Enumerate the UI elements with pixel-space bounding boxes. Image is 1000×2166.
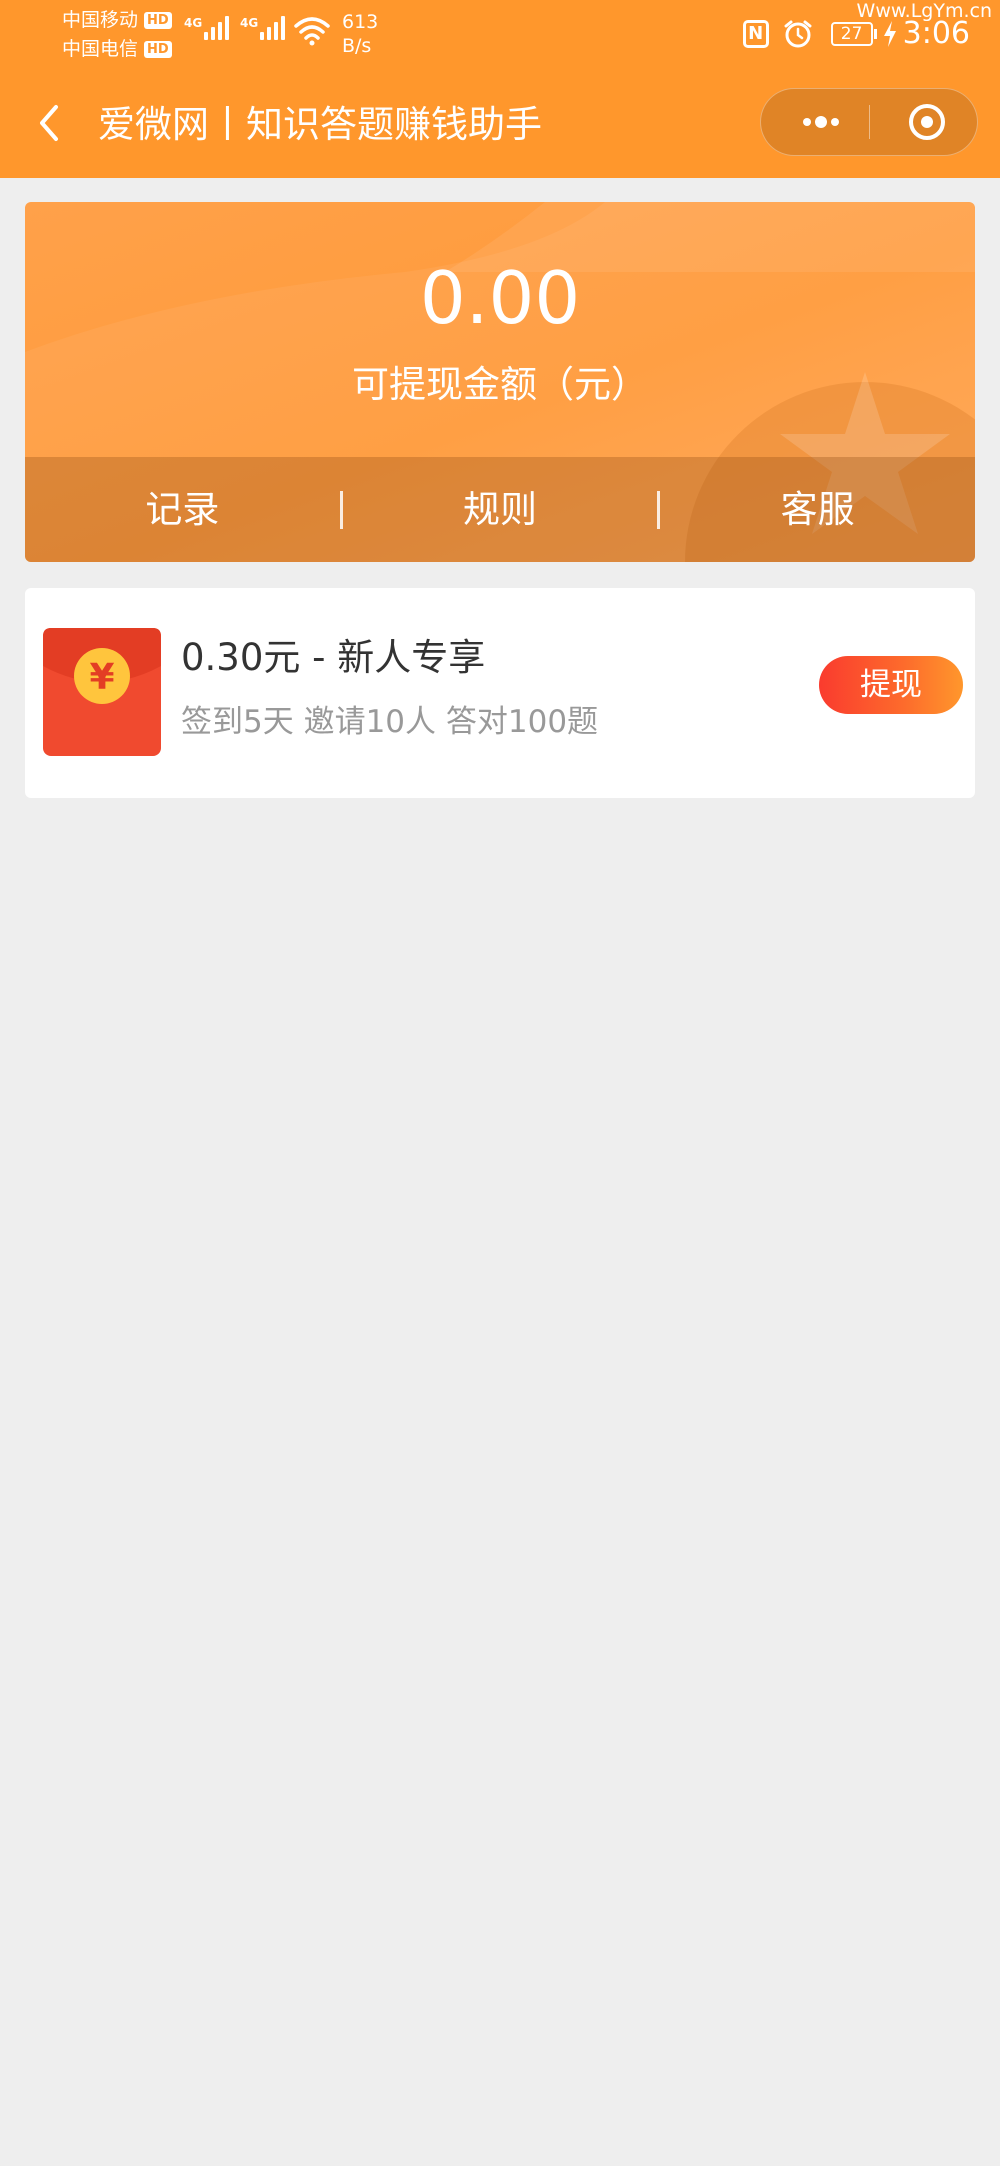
page-title: 爱微网丨知识答题赚钱助手 — [98, 103, 542, 146]
records-button[interactable]: 记录 — [25, 485, 340, 535]
wifi-icon — [294, 17, 330, 46]
yuan-symbol: ¥ — [89, 657, 114, 698]
rules-button[interactable]: 规则 — [343, 485, 658, 535]
header-area: 中国移动 HD 中国电信 HD 4G 4G 613 B/s N 27 3:06 … — [0, 0, 1000, 178]
withdraw-button[interactable]: 提现 — [819, 656, 963, 714]
nfc-icon: N — [742, 20, 769, 48]
battery-icon: 27 — [830, 22, 877, 46]
carrier-1-label: 中国移动 — [62, 9, 139, 31]
nav-bar: 爱微网丨知识答题赚钱助手 — [0, 80, 1000, 170]
hd-badge: HD — [144, 12, 172, 29]
balance-card: 0.00 可提现金额（元） 记录 规则 客服 — [25, 202, 975, 562]
balance-label: 可提现金额（元） — [352, 363, 648, 406]
network-speed: 613 B/s — [342, 10, 378, 58]
network-type-label: 4G — [184, 16, 203, 30]
carrier-info: 中国移动 HD 中国电信 HD — [62, 6, 172, 64]
reward-title: 0.30元 - 新人专享 — [181, 636, 486, 679]
reward-item: ¥ 0.30元 - 新人专享 签到5天 邀请10人 答对100题 提现 — [25, 588, 975, 798]
chevron-left-icon — [40, 105, 58, 141]
signal-icon: 4G — [240, 16, 288, 40]
network-type-label: 4G — [240, 16, 259, 30]
battery-level: 27 — [830, 22, 873, 46]
target-icon[interactable] — [897, 89, 957, 155]
speed-value: 613 — [342, 11, 379, 33]
balance-amount: 0.00 — [419, 256, 581, 340]
card-actions: 记录 规则 客服 — [25, 457, 975, 562]
carrier-2-label: 中国电信 — [62, 38, 139, 60]
back-button[interactable] — [30, 98, 74, 148]
speed-unit: B/s — [342, 35, 372, 57]
capsule-divider — [869, 105, 870, 139]
mini-program-capsule — [760, 88, 978, 156]
hd-badge: HD — [144, 41, 172, 58]
watermark: Www.LgYm.cn — [856, 0, 992, 22]
red-envelope-icon: ¥ — [43, 628, 161, 756]
signal-icon: 4G — [184, 16, 232, 40]
reward-description: 签到5天 邀请10人 答对100题 — [181, 704, 599, 740]
customer-service-button[interactable]: 客服 — [660, 485, 975, 535]
more-dots-icon[interactable] — [791, 89, 851, 155]
charging-icon — [883, 21, 896, 47]
status-bar: 中国移动 HD 中国电信 HD 4G 4G 613 B/s N 27 3:06 … — [0, 0, 1000, 70]
alarm-icon — [784, 20, 812, 48]
